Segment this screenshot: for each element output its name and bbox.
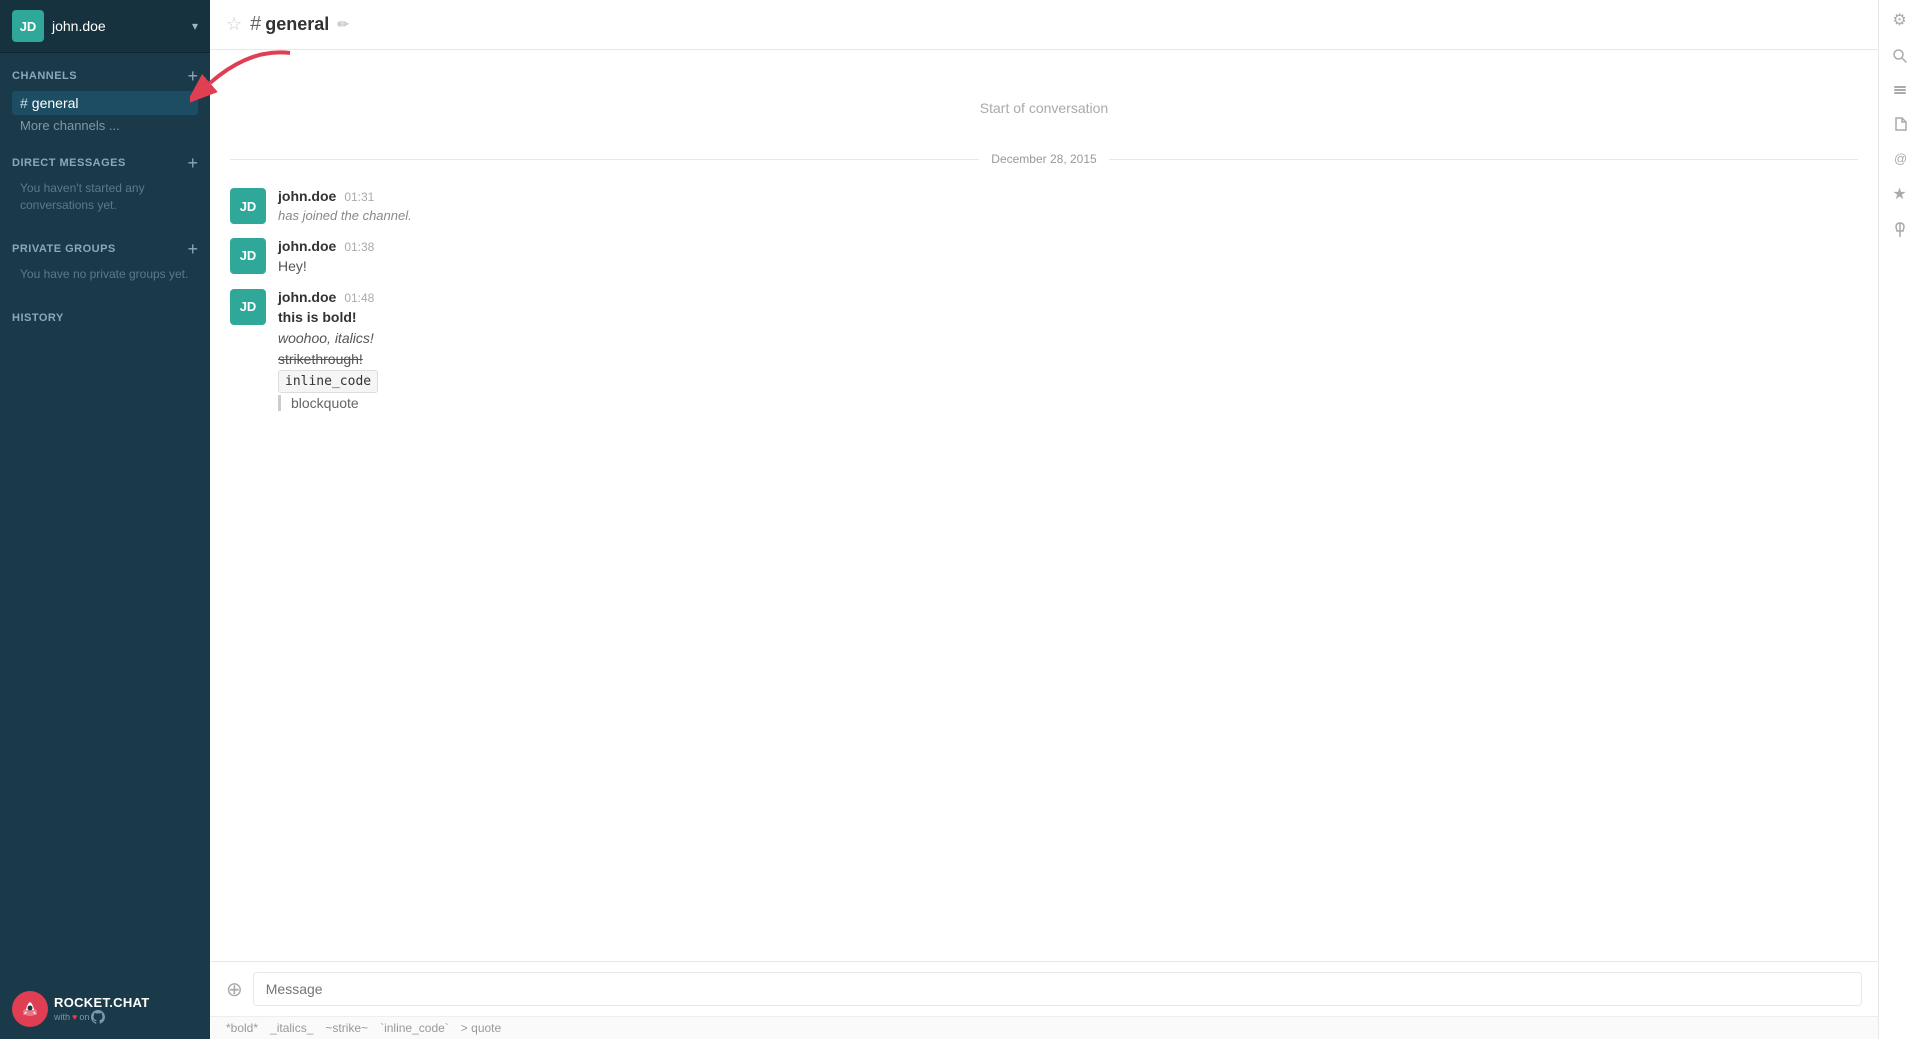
- table-row: JD john.doe 01:48 this is bold! woohoo, …: [210, 283, 1878, 418]
- message-text-strike: strikethrough!: [278, 349, 1858, 370]
- channels-header: CHANNELS +: [12, 67, 198, 85]
- direct-messages-empty: You haven't started any conversations ye…: [12, 178, 198, 222]
- chat-header: ☆ # general ✏: [210, 0, 1878, 50]
- message-text-italic: woohoo, italics!: [278, 328, 1858, 349]
- rocket-icon: [12, 991, 48, 1027]
- message-header: john.doe 01:48: [278, 289, 1858, 305]
- start-of-conversation: Start of conversation: [210, 80, 1878, 136]
- channel-name-heading: general: [265, 14, 329, 35]
- quote-hint: > quote: [461, 1021, 501, 1035]
- message-blockquote: blockquote: [278, 395, 1858, 411]
- message-header: john.doe 01:31: [278, 188, 1858, 204]
- starred-icon[interactable]: ★: [1892, 184, 1906, 204]
- channels-title: CHANNELS: [12, 70, 77, 82]
- private-groups-empty: You have no private groups yet.: [12, 264, 198, 291]
- message-text-bold: this is bold!: [278, 307, 1858, 328]
- svg-text:@: @: [1894, 151, 1907, 166]
- sidebar-branding: ROCKET.CHAT with ♥ on: [0, 979, 210, 1039]
- messages-area: Start of conversation December 28, 2015 …: [210, 50, 1878, 961]
- format-hints-bar: *bold* _italics_ ~strike~ `inline_code` …: [210, 1016, 1878, 1039]
- channels-section: CHANNELS + # general More channels ...: [0, 53, 210, 140]
- edit-channel-icon[interactable]: ✏: [337, 16, 349, 33]
- add-channel-button[interactable]: +: [187, 67, 198, 85]
- mentions-icon[interactable]: @: [1892, 150, 1908, 166]
- upload-button[interactable]: ⊕: [226, 977, 243, 1002]
- rocket-brand-name: ROCKET.CHAT: [54, 995, 150, 1010]
- add-private-group-button[interactable]: +: [187, 240, 198, 258]
- direct-messages-section: DIRECT MESSAGES + You haven't started an…: [0, 140, 210, 226]
- files-icon[interactable]: [1892, 116, 1908, 132]
- bold-hint: *bold*: [226, 1021, 258, 1035]
- code-hint: `inline_code`: [380, 1021, 449, 1035]
- avatar: JD: [230, 188, 266, 224]
- message-text-code: inline_code: [278, 370, 1858, 394]
- rocket-text: ROCKET.CHAT with ♥ on: [54, 995, 150, 1024]
- date-divider: December 28, 2015: [230, 152, 1858, 166]
- user-header[interactable]: JD john.doe ▾: [0, 0, 210, 53]
- history-title[interactable]: HISTORY: [12, 312, 64, 324]
- more-channels-link[interactable]: More channels ...: [12, 115, 198, 136]
- message-input-area: ⊕: [210, 961, 1878, 1016]
- github-icon: [91, 1010, 105, 1024]
- private-groups-title: PRIVATE GROUPS: [12, 243, 116, 255]
- message-content: john.doe 01:38 Hey!: [278, 238, 1858, 277]
- chevron-down-icon: ▾: [192, 19, 198, 33]
- heart-icon: ♥: [72, 1012, 77, 1022]
- channel-item-general[interactable]: # general: [12, 91, 198, 115]
- main-content: ☆ # general ✏ Start of conversation Dece…: [210, 0, 1878, 1039]
- strike-hint: ~strike~: [325, 1021, 368, 1035]
- message-header: john.doe 01:38: [278, 238, 1858, 254]
- sidebar: JD john.doe ▾ CHANNELS + # general More …: [0, 0, 210, 1039]
- avatar: JD: [230, 238, 266, 274]
- message-content: john.doe 01:48 this is bold! woohoo, ita…: [278, 289, 1858, 412]
- avatar: JD: [12, 10, 44, 42]
- table-row: JD john.doe 01:38 Hey!: [210, 232, 1878, 283]
- message-input[interactable]: [253, 972, 1862, 1006]
- star-icon[interactable]: ☆: [226, 14, 242, 35]
- divider-line: [1109, 159, 1858, 160]
- private-groups-section: PRIVATE GROUPS + You have no private gro…: [0, 226, 210, 295]
- message-username: john.doe: [278, 188, 336, 204]
- message-text: Hey!: [278, 256, 1858, 277]
- username-label: john.doe: [52, 18, 192, 34]
- message-content: john.doe 01:31 has joined the channel.: [278, 188, 1858, 226]
- channel-hash-icon: #: [250, 13, 261, 36]
- right-sidebar: ⚙ @ ★: [1878, 0, 1920, 1039]
- direct-messages-header: DIRECT MESSAGES +: [12, 154, 198, 172]
- message-username: john.doe: [278, 289, 336, 305]
- settings-icon[interactable]: ⚙: [1892, 10, 1906, 30]
- private-groups-header: PRIVATE GROUPS +: [12, 240, 198, 258]
- search-icon[interactable]: [1892, 48, 1908, 64]
- message-username: john.doe: [278, 238, 336, 254]
- direct-messages-title: DIRECT MESSAGES: [12, 157, 126, 169]
- channel-hash-icon: #: [20, 95, 28, 111]
- administration-icon[interactable]: [1892, 82, 1908, 98]
- message-time: 01:31: [344, 190, 374, 204]
- table-row: JD john.doe 01:31 has joined the channel…: [210, 182, 1878, 232]
- message-time: 01:38: [344, 240, 374, 254]
- italic-hint: _italics_: [270, 1021, 313, 1035]
- add-direct-message-button[interactable]: +: [187, 154, 198, 172]
- pinned-icon[interactable]: [1893, 222, 1907, 238]
- rocket-tagline: with ♥ on: [54, 1010, 150, 1024]
- date-divider-text: December 28, 2015: [979, 152, 1108, 166]
- message-time: 01:48: [344, 291, 374, 305]
- channel-name: general: [32, 95, 79, 111]
- message-text: has joined the channel.: [278, 206, 1858, 226]
- avatar: JD: [230, 289, 266, 325]
- rocket-logo: ROCKET.CHAT with ♥ on: [12, 991, 150, 1027]
- divider-line: [230, 159, 979, 160]
- history-section: HISTORY: [0, 294, 210, 330]
